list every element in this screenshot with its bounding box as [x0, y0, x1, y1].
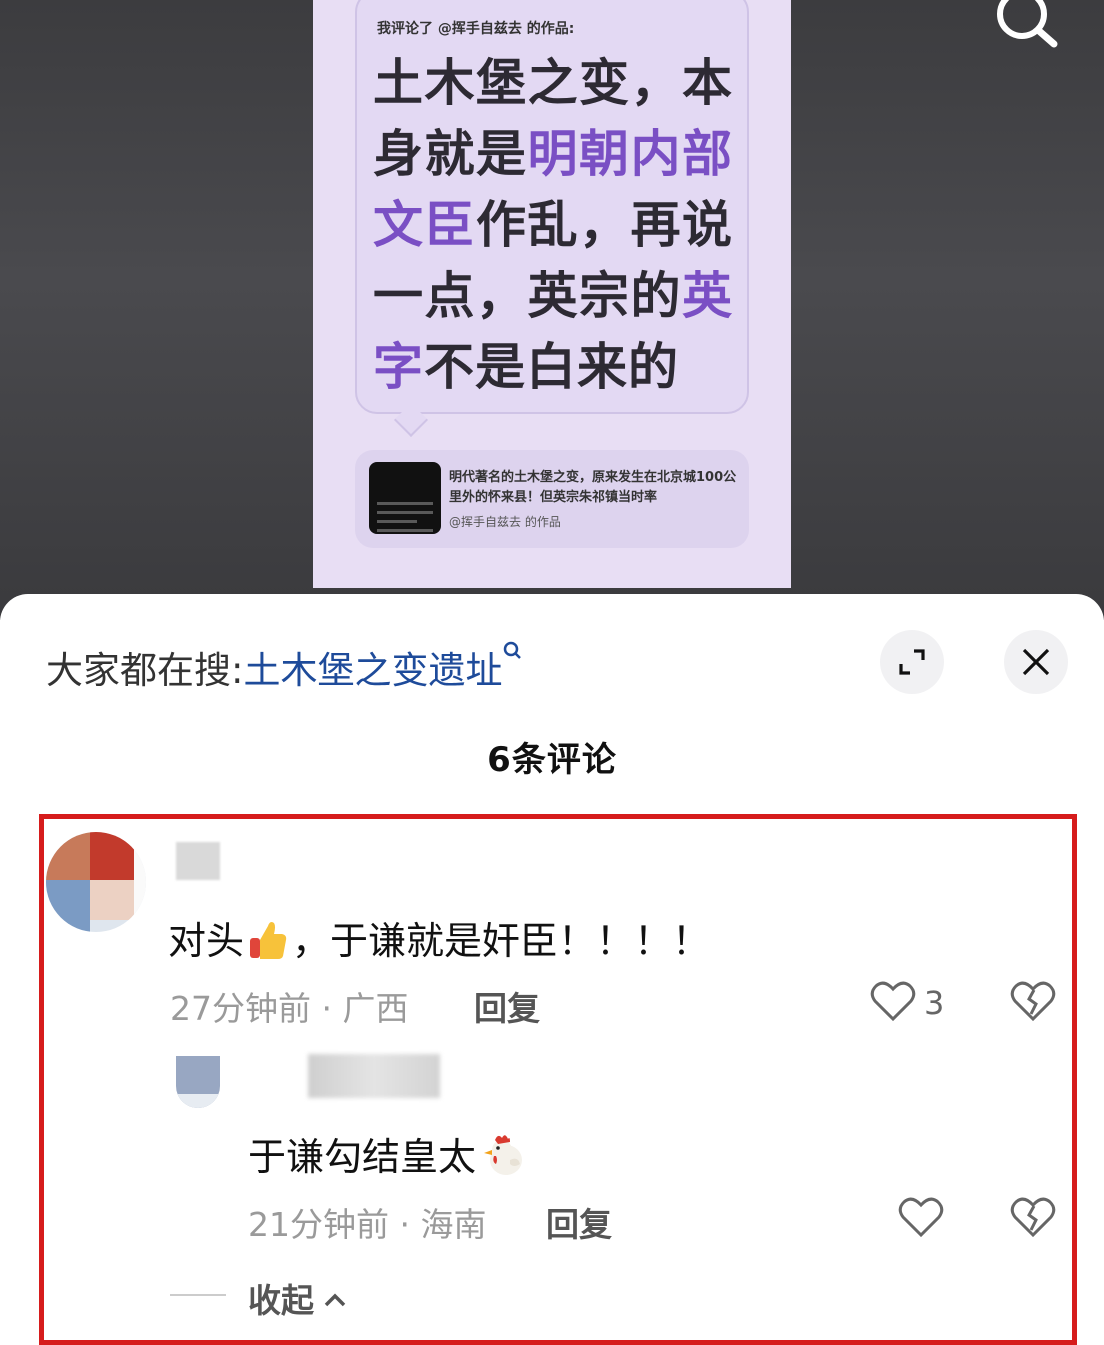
comment-text-part: ，于谦就是奸臣！！！！ — [292, 919, 711, 963]
search-small-icon — [502, 641, 524, 668]
chicken-icon — [480, 1132, 526, 1178]
referenced-video-card[interactable]: 明代著名的土木堡之变，原来发生在北京城100公里外的怀来县！但英宗朱祁镇当时率 … — [355, 450, 749, 548]
search-icon[interactable] — [992, 0, 1062, 50]
divider-line — [170, 1294, 226, 1296]
reply-button[interactable]: 回复 — [546, 1198, 612, 1246]
search-suggestion[interactable]: 大家都在搜:土木堡之变遗址 — [46, 640, 524, 694]
dislike-icon[interactable] — [1010, 980, 1056, 1026]
expand-icon — [899, 649, 925, 675]
expand-button[interactable] — [880, 630, 944, 694]
comment-meta: 21分钟前 · 海南 — [248, 1205, 487, 1244]
chevron-up-icon — [314, 1281, 348, 1320]
quote-part: 不是白来的 — [424, 338, 679, 396]
suggest-keyword[interactable]: 土木堡之变遗址 — [243, 649, 502, 692]
comment-text-part: 对头 — [168, 919, 245, 963]
video-thumbnail — [369, 462, 441, 534]
avatar[interactable] — [176, 1056, 220, 1108]
comment-meta: 27分钟前 · 广西 — [170, 989, 409, 1028]
username-blurred[interactable] — [308, 1054, 440, 1098]
comment-text: 对头 ，于谦就是奸臣！！！！ — [168, 910, 710, 965]
quote-text: 土木堡之变，本身就是明朝内部文臣作乱，再说一点，英宗的英字不是白来的 — [373, 48, 733, 403]
heart-icon[interactable] — [898, 1196, 944, 1242]
collapse-replies-button[interactable]: 收起 — [248, 1274, 348, 1322]
suggest-prefix: 大家都在搜: — [46, 649, 244, 692]
poster-header: 我评论了 @挥手自兹去 的作品: — [377, 21, 575, 37]
ref-card-author: @挥手自兹去 的作品 — [449, 515, 561, 529]
like-count: 3 — [924, 984, 945, 1022]
comment-sheet: 大家都在搜:土木堡之变遗址 6条评论 对头 ，于谦就是奸臣！！！！ 27分钟前 ·… — [0, 594, 1104, 1345]
heart-icon[interactable] — [870, 980, 916, 1026]
comment-count: 6条评论 — [487, 740, 617, 780]
dislike-icon[interactable] — [1010, 1196, 1056, 1242]
close-icon — [1022, 648, 1050, 676]
username-blurred[interactable] — [176, 842, 220, 880]
video-player[interactable]: 我评论了 @挥手自兹去 的作品: 土木堡之变，本身就是明朝内部文臣作乱，再说一点… — [0, 0, 1104, 620]
close-button[interactable] — [1004, 630, 1068, 694]
thumbs-up-icon — [248, 918, 288, 962]
comment-text-part: 于谦勾结皇太 — [248, 1135, 477, 1179]
ref-card-text: 明代著名的土木堡之变，原来发生在北京城100公里外的怀来县！但英宗朱祁镇当时率 — [449, 470, 737, 505]
collapse-label: 收起 — [248, 1281, 314, 1320]
video-frame: 我评论了 @挥手自兹去 的作品: 土木堡之变，本身就是明朝内部文臣作乱，再说一点… — [313, 0, 791, 588]
avatar[interactable] — [46, 832, 146, 932]
reply-comment-text: 于谦勾结皇太 — [248, 1126, 526, 1181]
reply-button[interactable]: 回复 — [474, 982, 540, 1030]
